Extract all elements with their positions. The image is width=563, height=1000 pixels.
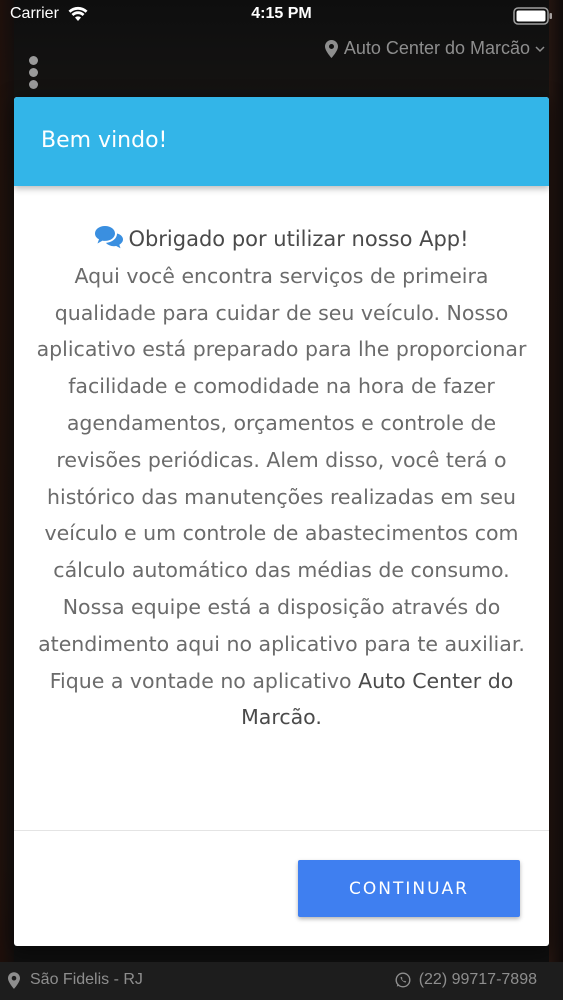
continue-button[interactable]: CONTINUAR xyxy=(298,860,520,917)
chevron-down-icon xyxy=(535,45,545,52)
status-bar: Carrier 4:15 PM xyxy=(0,0,563,30)
welcome-message: Aqui você encontra serviços de primeira … xyxy=(36,258,527,736)
welcome-heading-text: Obrigado por utilizar nosso App! xyxy=(128,227,469,251)
modal-body: Obrigado por utilizar nosso App! Aqui vo… xyxy=(36,221,527,736)
footer-phone-number: (22) 99717-7898 xyxy=(418,971,537,988)
welcome-body-text: Aqui você encontra serviços de primeira … xyxy=(36,263,527,693)
modal-header: Bem vindo! xyxy=(14,97,549,186)
location-name: Auto Center do Marcão xyxy=(343,38,530,58)
battery-icon xyxy=(513,7,552,25)
map-pin-icon xyxy=(8,971,20,989)
chat-bubbles-icon xyxy=(95,226,124,249)
whatsapp-icon xyxy=(395,972,411,988)
app-header: Auto Center do Marcão xyxy=(0,30,563,90)
location-selector[interactable]: Auto Center do Marcão xyxy=(324,38,551,59)
more-vertical-icon[interactable] xyxy=(27,56,41,89)
brand-suffix: . xyxy=(315,705,322,730)
footer-city: São Fidelis - RJ xyxy=(30,971,143,988)
modal-footer-divider xyxy=(14,830,549,831)
welcome-heading: Obrigado por utilizar nosso App! xyxy=(36,221,527,258)
status-time: 4:15 PM xyxy=(251,5,312,22)
footer-phone[interactable]: (22) 99717-7898 xyxy=(395,971,537,989)
welcome-modal: Bem vindo! Obrigado por utilizar nosso A… xyxy=(14,97,549,946)
footer-bar: São Fidelis - RJ (22) 99717-7898 xyxy=(0,962,563,1000)
modal-title: Bem vindo! xyxy=(41,128,168,153)
footer-location: São Fidelis - RJ xyxy=(8,971,143,989)
map-pin-icon xyxy=(324,39,338,58)
